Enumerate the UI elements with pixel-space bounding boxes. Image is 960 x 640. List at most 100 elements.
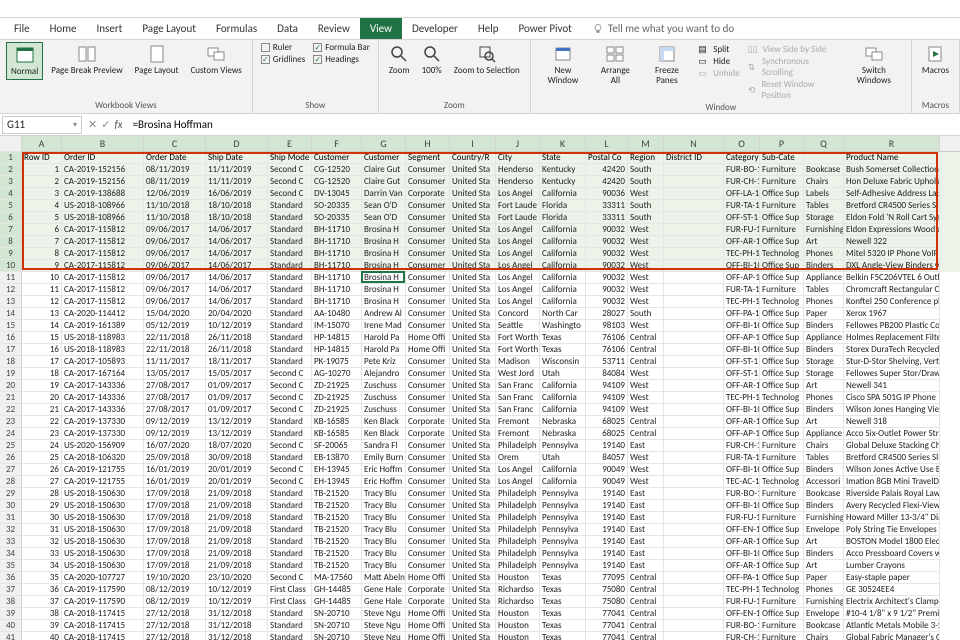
cell[interactable]: Consumer — [406, 212, 450, 224]
table-row[interactable]: 3938CA-2018-11741527/12/201831/12/2018St… — [0, 608, 960, 620]
cell[interactable]: Furnishing — [804, 512, 844, 524]
cell[interactable]: Philadelph — [496, 512, 540, 524]
cell[interactable]: 42420 — [586, 164, 628, 176]
cell[interactable]: Phones — [804, 584, 844, 596]
cell[interactable]: Office Sup — [760, 344, 804, 356]
cell[interactable] — [664, 572, 724, 584]
row-header[interactable]: 40 — [0, 620, 22, 632]
cell[interactable]: Consumer — [406, 476, 450, 488]
cell[interactable]: United Sta — [450, 332, 496, 344]
cell[interactable]: Texas — [540, 332, 586, 344]
cell[interactable]: Consumer — [406, 392, 450, 404]
cell[interactable]: OFF-BI-10 — [724, 548, 760, 560]
cell[interactable]: 30/09/2018 — [206, 452, 268, 464]
cell[interactable]: 21/09/2018 — [206, 548, 268, 560]
cell[interactable]: 11/11/2017 — [144, 356, 206, 368]
cell[interactable]: 90049 — [586, 464, 628, 476]
cell[interactable]: 11/11/2019 — [206, 176, 268, 188]
table-row[interactable]: 1514CA-2019-16138905/12/201910/12/2019St… — [0, 320, 960, 332]
cell[interactable] — [664, 500, 724, 512]
cell[interactable]: Imation 8GB Mini TravelDrive USB 2.0 Fla… — [844, 476, 940, 488]
cell[interactable]: Standard — [268, 452, 312, 464]
cell[interactable]: Office Sup — [760, 608, 804, 620]
cell[interactable]: California — [540, 260, 586, 272]
cell[interactable]: Consumer — [406, 368, 450, 380]
cell[interactable]: US-2018-150630 — [62, 524, 144, 536]
cell[interactable]: Pennsylva — [540, 536, 586, 548]
cell[interactable]: Fort Laude — [496, 200, 540, 212]
cell[interactable]: United Sta — [450, 320, 496, 332]
cell[interactable]: Envelope — [804, 608, 844, 620]
cell[interactable]: FUR-TA-1 — [724, 452, 760, 464]
cell[interactable]: Accessori — [804, 476, 844, 488]
cell[interactable]: 21/09/2018 — [206, 560, 268, 572]
cell[interactable]: PK-19075 — [312, 356, 362, 368]
cell[interactable]: Florida — [540, 212, 586, 224]
cell[interactable]: Easy-staple paper — [844, 572, 940, 584]
cell[interactable]: Segment — [406, 152, 450, 164]
cell[interactable]: 08/11/2019 — [144, 176, 206, 188]
col-header-K[interactable]: K — [540, 136, 586, 151]
cell[interactable]: Corporate — [406, 188, 450, 200]
cell[interactable]: Standard — [268, 284, 312, 296]
cell[interactable]: California — [540, 284, 586, 296]
cell[interactable]: Second C — [268, 464, 312, 476]
cell[interactable]: West — [628, 260, 664, 272]
table-row[interactable]: 65US-2018-10896611/10/201818/10/2018Stan… — [0, 212, 960, 224]
cell[interactable]: California — [540, 464, 586, 476]
cell[interactable]: Nebraska — [540, 416, 586, 428]
cell[interactable]: Bookcase — [804, 620, 844, 632]
cell[interactable]: East — [628, 440, 664, 452]
cell[interactable]: Texas — [540, 344, 586, 356]
cell[interactable]: OFF-AR-1 — [724, 536, 760, 548]
cell[interactable]: West — [628, 272, 664, 284]
cell[interactable]: CA-2017-115812 — [62, 248, 144, 260]
cell[interactable]: Art — [804, 560, 844, 572]
cell[interactable]: Chromcraft Rectangular Conference Tables — [844, 284, 940, 296]
cell[interactable]: 53711 — [586, 356, 628, 368]
row-header[interactable]: 3 — [0, 176, 22, 188]
cell[interactable]: Cisco SPA 501G IP Phone — [844, 392, 940, 404]
cell[interactable]: 90032 — [586, 260, 628, 272]
cell[interactable]: United Sta — [450, 608, 496, 620]
cell[interactable]: US-2018-150630 — [62, 500, 144, 512]
cell[interactable]: 26/11/2018 — [206, 344, 268, 356]
table-row[interactable]: 109CA-2017-11581209/06/201714/06/2017Sta… — [0, 260, 960, 272]
cell[interactable]: Fort Laude — [496, 212, 540, 224]
cell[interactable]: Consumer — [406, 248, 450, 260]
cell[interactable]: Home Offi — [406, 608, 450, 620]
cell[interactable]: United Sta — [450, 188, 496, 200]
cell[interactable]: Furniture — [760, 176, 804, 188]
cell[interactable]: HP-14815 — [312, 332, 362, 344]
cell[interactable]: Standard — [268, 236, 312, 248]
cell[interactable]: Furniture — [760, 440, 804, 452]
cell[interactable]: 10 — [22, 272, 62, 284]
cell[interactable]: EH-13945 — [312, 476, 362, 488]
cell[interactable]: CA-2019-121755 — [62, 464, 144, 476]
cell[interactable]: Consumer — [406, 548, 450, 560]
cell[interactable] — [664, 452, 724, 464]
cell[interactable]: SN-20710 — [312, 608, 362, 620]
cell[interactable]: 12 — [22, 296, 62, 308]
cell[interactable]: Home Offi — [406, 344, 450, 356]
cell[interactable]: Consumer — [406, 176, 450, 188]
cell[interactable]: Eldon Expressions Wood and Plastic Desk … — [844, 224, 940, 236]
cell[interactable]: Home Offi — [406, 572, 450, 584]
cell[interactable]: Standard — [268, 620, 312, 632]
cell[interactable]: 24 — [22, 440, 62, 452]
cell[interactable]: Binders — [804, 548, 844, 560]
cell[interactable]: Central — [628, 356, 664, 368]
cell[interactable]: United Sta — [450, 572, 496, 584]
cell[interactable]: 14/06/2017 — [206, 248, 268, 260]
col-header-F[interactable]: F — [312, 136, 362, 151]
cell[interactable]: Newell 341 — [844, 380, 940, 392]
cell[interactable]: United Sta — [450, 596, 496, 608]
cell[interactable]: Central — [628, 596, 664, 608]
cell[interactable]: CA-2017-115812 — [62, 272, 144, 284]
cell[interactable]: United Sta — [450, 620, 496, 632]
table-row[interactable]: 3837CA-2019-11759008/12/201910/12/2019Fi… — [0, 596, 960, 608]
cell[interactable]: Consumer — [406, 488, 450, 500]
cell[interactable]: TB-21520 — [312, 536, 362, 548]
cell[interactable]: 9 — [22, 260, 62, 272]
cell[interactable]: 21/09/2018 — [206, 536, 268, 548]
